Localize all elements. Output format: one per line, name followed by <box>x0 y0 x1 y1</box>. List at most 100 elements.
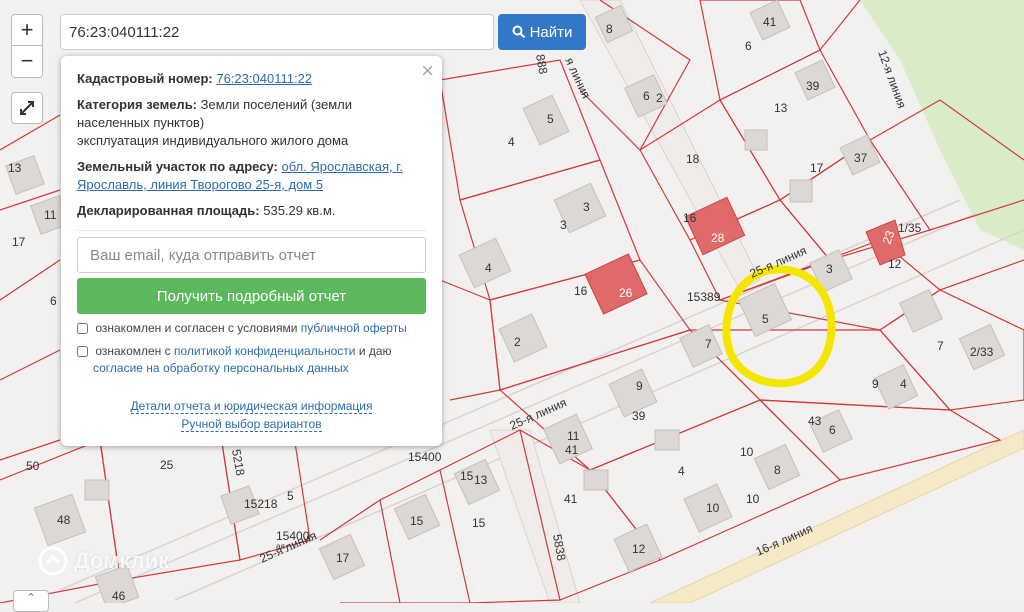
map-label: 7 <box>937 339 944 353</box>
map-label: 9 <box>636 379 643 393</box>
consent-offer-row: ознакомлен и согласен с условиями публич… <box>77 320 426 337</box>
map-label: 4 <box>900 377 907 391</box>
map-label: 5 <box>287 489 294 503</box>
search-button-label: Найти <box>529 23 573 41</box>
land-category-row: Категория земель: Земли поселений (земли… <box>77 96 426 150</box>
address-label: Земельный участок по адресу: <box>77 159 278 174</box>
map-label: 12 <box>888 257 902 271</box>
map-label: 7 <box>705 337 712 351</box>
chevron-up-icon: ⌃ <box>26 592 36 604</box>
parcel-info-panel: × Кадастровый номер: 76:23:040111:22 Кат… <box>61 56 442 446</box>
map-label: 18 <box>686 152 700 166</box>
map-label: 10 <box>746 492 760 506</box>
land-use-value: эксплуатация индивидуального жилого дома <box>77 133 349 148</box>
map-label: 9 <box>872 377 879 391</box>
map-label: 13 <box>774 101 788 115</box>
parcel-label: 28 <box>711 231 725 245</box>
map-label: 50 <box>26 459 40 473</box>
map-label: 8 <box>774 463 781 477</box>
map-label: 2 <box>514 335 521 349</box>
consent-offer-text: ознакомлен и согласен с условиями <box>95 321 298 335</box>
map-label: 48 <box>57 513 71 527</box>
domclick-watermark: Домклик <box>38 546 169 576</box>
watermark-text: Домклик <box>74 548 170 573</box>
consent-privacy-text-2: и даю <box>358 344 392 358</box>
map-label: 39 <box>632 409 646 423</box>
land-category-label: Категория земель: <box>77 97 198 112</box>
manual-selection-link[interactable]: Ручной выбор вариантов <box>181 417 322 432</box>
map-label: 15 <box>460 469 474 483</box>
report-details-link[interactable]: Детали отчета и юридическая информация <box>130 399 373 414</box>
map-label: 41 <box>564 492 578 506</box>
map-label: 3 <box>583 200 590 214</box>
parcel-label: 15400 <box>276 529 310 543</box>
map-label: 6 <box>643 89 650 103</box>
map-label: 13 <box>474 473 488 487</box>
map-label: 6 <box>50 294 57 308</box>
scroll-up-button[interactable]: ⌃ <box>13 590 49 612</box>
map-label: 4 <box>508 135 515 149</box>
map-label: 6 <box>745 39 752 53</box>
map-label: 5 <box>762 312 769 326</box>
map-label: 15389 <box>687 290 721 304</box>
divider <box>77 230 426 231</box>
public-offer-link[interactable]: публичной оферты <box>301 321 407 335</box>
map-label: 43 <box>808 414 822 428</box>
fullscreen-button[interactable] <box>11 92 43 124</box>
area-row: Декларированная площадь: 535.29 кв.м. <box>77 202 426 220</box>
map-label: 25 <box>160 458 174 472</box>
cadastral-number-label: Кадастровый номер: <box>77 71 213 86</box>
map-label: 17 <box>810 161 824 175</box>
map-label: 46 <box>112 589 126 603</box>
privacy-policy-link[interactable]: политикой конфиденциальности <box>174 344 355 358</box>
map-label: 13 <box>8 161 22 175</box>
cadastral-search-input[interactable] <box>60 14 494 50</box>
cadastral-number-row: Кадастровый номер: 76:23:040111:22 <box>77 70 426 88</box>
manual-selection-row: Ручной выбор вариантов <box>77 417 426 432</box>
map-label: 16 <box>683 211 697 225</box>
get-report-button[interactable]: Получить подробный отчет <box>77 278 426 314</box>
expand-icon <box>20 101 34 115</box>
consent-privacy-text: ознакомлен с <box>95 344 171 358</box>
map-label: 10 <box>740 445 754 459</box>
parcel-label: 26 <box>619 286 633 300</box>
area-label: Декларированная площадь: <box>77 203 260 218</box>
map-label: 3 <box>560 218 567 232</box>
map-label: 17 <box>336 551 350 565</box>
map-label: 15 <box>472 516 486 530</box>
map-label: 15400 <box>408 450 442 464</box>
report-details-row: Детали отчета и юридическая информация <box>77 399 426 414</box>
map-label: 2 <box>656 91 663 105</box>
map-label: 3 <box>826 262 833 276</box>
zoom-out-button[interactable]: − <box>11 46 43 78</box>
close-icon[interactable]: × <box>421 60 434 82</box>
map-label: 12 <box>632 542 646 556</box>
consent-privacy-row: ознакомлен с политикой конфиденциальност… <box>77 343 426 377</box>
map-label: 2/33 <box>970 345 994 359</box>
map-label: 10 <box>706 501 720 515</box>
map-label: 15 <box>410 514 424 528</box>
map-label: 39 <box>806 79 820 93</box>
map-label: 4 <box>485 261 492 275</box>
map-label: 11 <box>567 429 580 443</box>
cadastral-number-link[interactable]: 76:23:040111:22 <box>216 71 312 86</box>
search-icon <box>512 25 525 39</box>
map-label: 16 <box>574 284 588 298</box>
area-value: 535.29 кв.м. <box>263 203 336 218</box>
address-row: Земельный участок по адресу: обл. Яросла… <box>77 158 426 194</box>
map-label: 17 <box>12 235 26 249</box>
search-button[interactable]: Найти <box>498 14 586 50</box>
map-label: 1/35 <box>898 221 922 235</box>
map-label: 11 <box>44 208 57 222</box>
consent-offer-checkbox[interactable] <box>77 323 88 334</box>
map-label: 5 <box>547 112 554 126</box>
zoom-in-button[interactable]: + <box>11 14 43 46</box>
parcel-label: ая <box>276 542 285 551</box>
map-label: 8 <box>606 22 613 36</box>
map-label: 4 <box>678 464 685 478</box>
map-label: 15218 <box>244 497 278 511</box>
map-label: 6 <box>829 423 836 437</box>
email-field[interactable] <box>77 237 426 273</box>
consent-privacy-checkbox[interactable] <box>77 346 88 357</box>
personal-data-consent-link[interactable]: согласие на обработку персональных данны… <box>93 361 349 375</box>
